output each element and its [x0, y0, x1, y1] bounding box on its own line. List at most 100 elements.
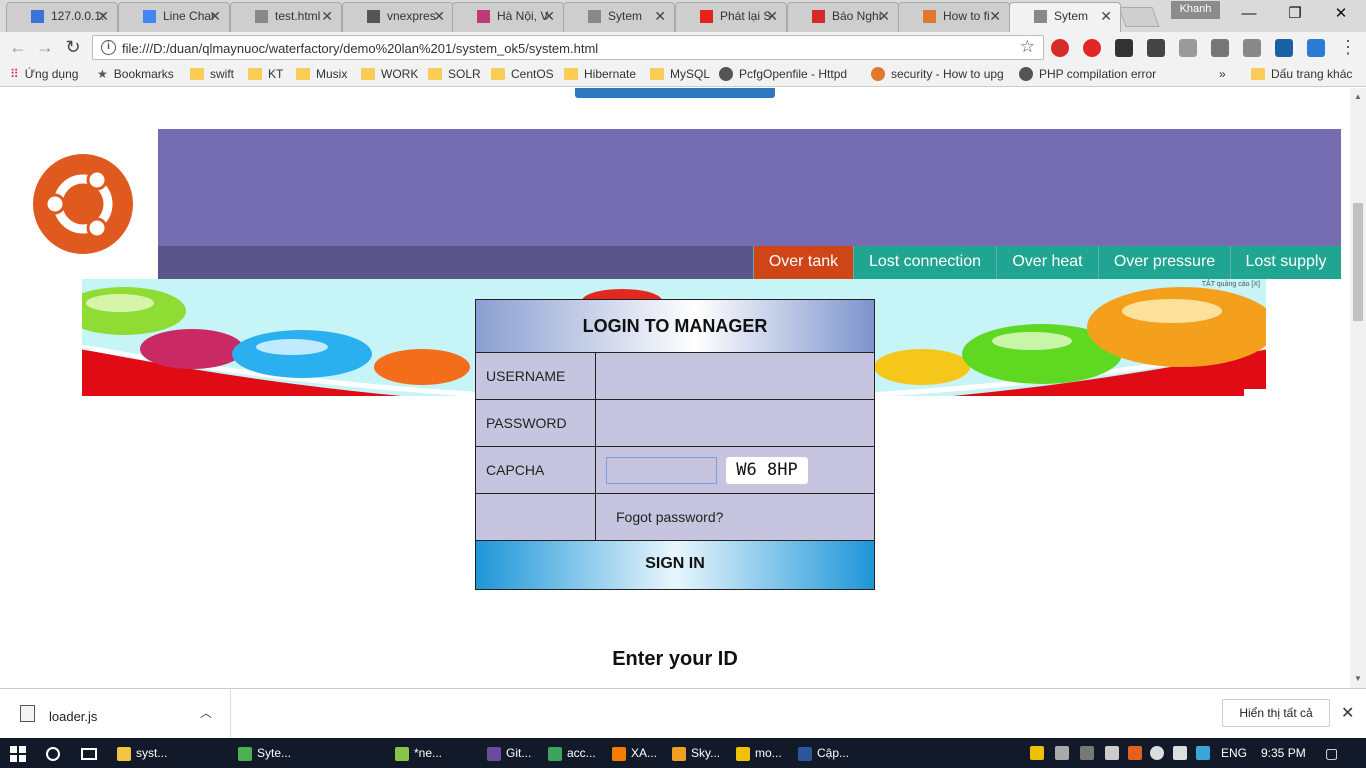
taskbar-app[interactable]: XA...	[612, 738, 657, 768]
bookmark-item[interactable]: CentOS	[491, 67, 554, 81]
camera-icon[interactable]	[1211, 39, 1229, 57]
cloud-icon[interactable]	[1055, 746, 1069, 760]
password-field[interactable]	[596, 400, 874, 446]
windows-start-icon[interactable]	[10, 738, 30, 768]
tab-2[interactable]: Line Char ✕	[118, 2, 230, 32]
captcha-input[interactable]	[606, 457, 717, 484]
minimize-button[interactable]: —	[1234, 4, 1264, 24]
other-bookmarks[interactable]: Dấu trang khác	[1251, 67, 1352, 81]
menu-icon[interactable]: ⋮	[1336, 36, 1360, 60]
search-icon[interactable]	[46, 738, 60, 768]
bookmark-star-icon[interactable]: ☆	[1020, 37, 1035, 57]
tray-icon[interactable]	[1030, 746, 1044, 760]
taskbar-app[interactable]: acc...	[548, 738, 596, 768]
scroll-up-icon[interactable]: ▲	[1354, 92, 1362, 101]
volume-icon[interactable]	[1173, 746, 1187, 760]
new-tab-button[interactable]	[1118, 7, 1160, 27]
app-icon	[798, 746, 812, 761]
bookmark-item[interactable]: Musix	[296, 67, 347, 81]
taskbar-app[interactable]: syst...	[117, 738, 167, 768]
scrollbar-thumb[interactable]	[1353, 203, 1363, 321]
tab-3[interactable]: test.html ✕	[230, 2, 342, 32]
close-tab-icon[interactable]: ✕	[543, 3, 555, 29]
extension-new-icon[interactable]	[1307, 39, 1325, 57]
bookmark-item[interactable]: WORK	[361, 67, 418, 81]
alert-tab[interactable]: Over heat	[996, 246, 1098, 279]
reload-button[interactable]: ↻	[61, 36, 85, 60]
taskbar-app[interactable]: Sky...	[672, 738, 720, 768]
language-indicator[interactable]: ENG	[1221, 738, 1247, 768]
top-button[interactable]	[575, 88, 775, 98]
info-icon[interactable]: i	[101, 40, 116, 55]
bookmark-item[interactable]: swift	[190, 67, 234, 81]
close-tab-icon[interactable]: ✕	[97, 3, 109, 29]
bookmark-item[interactable]: SOLR	[428, 67, 481, 81]
chevron-up-icon[interactable]: ︿	[200, 704, 212, 721]
bookmark-item[interactable]: PcfgOpenfile - Httpd	[719, 67, 847, 81]
close-tab-icon[interactable]: ✕	[209, 3, 221, 29]
tray-icon[interactable]	[1080, 746, 1094, 760]
forward-button[interactable]: →	[33, 36, 57, 60]
close-tab-icon[interactable]: ✕	[878, 3, 890, 29]
forgot-password-link[interactable]: Fogot password?	[616, 509, 723, 525]
sign-in-button[interactable]: SIGN IN	[476, 541, 874, 589]
alert-tab[interactable]: Over pressure	[1098, 246, 1230, 279]
profile-button[interactable]: Khanh	[1171, 1, 1220, 19]
tab-6[interactable]: Sytem ✕	[563, 2, 675, 32]
tab-10[interactable]: Sytem ✕	[1009, 2, 1121, 32]
tab-4[interactable]: vnexpres ✕	[342, 2, 454, 32]
bookmark-item[interactable]: ⠿ Ứng dụng	[10, 67, 78, 81]
tab-1[interactable]: 127.0.0.1: ✕	[6, 2, 118, 32]
back-button[interactable]: ←	[6, 36, 30, 60]
bookmark-item[interactable]: MySQL	[650, 67, 710, 81]
bookmarks-overflow-button[interactable]: »	[1219, 67, 1226, 81]
incognito-icon[interactable]	[1147, 39, 1165, 57]
close-window-button[interactable]: ✕	[1326, 4, 1356, 24]
close-tab-icon[interactable]: ✕	[1100, 3, 1112, 29]
task-view-icon[interactable]	[81, 738, 97, 768]
address-bar[interactable]: i file:///D:/duan/qlmaynuoc/waterfactory…	[92, 35, 1044, 60]
alert-tab[interactable]: Lost connection	[853, 246, 996, 279]
tab-8[interactable]: Báo Nghi ✕	[787, 2, 899, 32]
tab-5[interactable]: Hà Nội, V ✕	[452, 2, 564, 32]
alert-tab[interactable]: Over tank	[753, 246, 853, 279]
close-tab-icon[interactable]: ✕	[433, 3, 445, 29]
bookmark-item[interactable]: PHP compilation error	[1019, 67, 1156, 81]
close-tab-icon[interactable]: ✕	[766, 3, 778, 29]
close-tab-icon[interactable]: ✕	[654, 3, 666, 29]
clock[interactable]: 9:35 PM	[1261, 738, 1306, 768]
page-scrollbar[interactable]: ▲ ▼	[1350, 88, 1366, 688]
scroll-down-icon[interactable]: ▼	[1354, 674, 1362, 683]
username-field[interactable]	[596, 353, 874, 399]
taskbar-app[interactable]: Syte...	[238, 738, 291, 768]
tab-9[interactable]: How to fi ✕	[898, 2, 1010, 32]
wifi-icon[interactable]	[1150, 746, 1164, 760]
taskbar-app[interactable]: *ne...	[395, 738, 442, 768]
bookmark-item[interactable]: KT	[248, 67, 283, 81]
monitor-icon[interactable]	[1105, 746, 1119, 760]
extension-icon[interactable]	[1179, 39, 1197, 57]
extension-dots-icon[interactable]	[1115, 39, 1133, 57]
close-ad-link[interactable]: TẮT quảng cáo [X]	[1202, 281, 1260, 288]
taskbar-app[interactable]: mo...	[736, 738, 782, 768]
extension-s-icon[interactable]	[1275, 39, 1293, 57]
close-tab-icon[interactable]: ✕	[321, 3, 333, 29]
notification-icon[interactable]: ▢	[1325, 738, 1338, 768]
bookmark-item[interactable]: Hibernate	[564, 67, 636, 81]
taskbar-app[interactable]: Git...	[487, 738, 531, 768]
taskbar-app[interactable]: Cập...	[798, 738, 849, 768]
download-item[interactable]: loader.js ︿	[0, 689, 231, 739]
bookmark-item[interactable]: security - How to upg	[871, 67, 1004, 81]
restore-button[interactable]: ❐	[1280, 4, 1310, 24]
adblock-icon[interactable]	[1051, 39, 1069, 57]
close-tab-icon[interactable]: ✕	[989, 3, 1001, 29]
show-all-downloads-button[interactable]: Hiển thị tất cả	[1222, 699, 1330, 727]
bookmark-item[interactable]: ★ Bookmarks	[97, 67, 174, 81]
opera-icon[interactable]	[1083, 39, 1101, 57]
alert-tab[interactable]: Lost supply	[1230, 246, 1341, 279]
extension-icon[interactable]	[1243, 39, 1261, 57]
keyboard-icon[interactable]	[1196, 746, 1210, 760]
tab-7[interactable]: Phát lại S ✕	[675, 2, 787, 32]
close-download-bar-icon[interactable]: ✕	[1341, 703, 1354, 723]
tray-icon[interactable]	[1128, 746, 1142, 760]
